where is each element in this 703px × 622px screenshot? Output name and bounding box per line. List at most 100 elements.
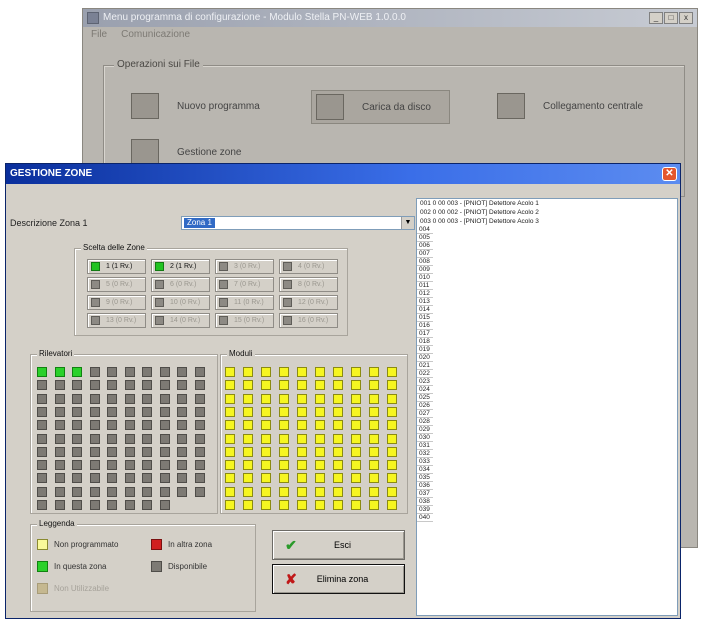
module-cell[interactable] <box>315 446 325 457</box>
module-cell[interactable] <box>315 460 325 471</box>
list-item[interactable]: 011 <box>417 282 433 290</box>
module-cell[interactable] <box>351 460 361 471</box>
detector-cell[interactable] <box>72 500 82 510</box>
list-item[interactable]: 032 <box>417 450 433 458</box>
module-cell[interactable] <box>351 393 361 404</box>
detector-cell[interactable] <box>124 446 135 457</box>
detector-cell[interactable] <box>159 460 170 471</box>
list-item[interactable]: 024 <box>417 386 433 394</box>
detector-cell[interactable] <box>142 406 152 417</box>
module-cell[interactable] <box>333 393 343 404</box>
detector-cell[interactable] <box>177 486 187 497</box>
detector-cell[interactable] <box>37 393 47 404</box>
minimize-button[interactable]: _ <box>649 12 663 24</box>
module-cell[interactable] <box>369 420 379 431</box>
module-cell[interactable] <box>333 473 343 484</box>
detector-cell[interactable] <box>142 446 152 457</box>
detector-cell[interactable] <box>177 460 187 471</box>
detector-cell[interactable] <box>54 446 65 457</box>
list-item[interactable]: 033 <box>417 458 433 466</box>
list-item[interactable]: 039 <box>417 506 433 514</box>
list-item[interactable]: 003 0 00 003 - [PNIOT] Detettore Acolo 3 <box>417 217 677 226</box>
detector-cell[interactable] <box>177 380 187 391</box>
module-cell[interactable] <box>225 460 235 471</box>
detector-cell[interactable] <box>194 393 205 404</box>
module-cell[interactable] <box>315 500 325 510</box>
detector-cell[interactable] <box>89 393 100 404</box>
module-cell[interactable] <box>261 393 271 404</box>
detector-cell[interactable] <box>142 393 152 404</box>
list-item[interactable]: 018 <box>417 338 433 346</box>
module-cell[interactable] <box>369 367 379 377</box>
close-button[interactable]: x <box>679 12 693 24</box>
detector-cell[interactable] <box>72 406 82 417</box>
detector-cell[interactable] <box>107 473 117 484</box>
module-cell[interactable] <box>261 433 271 444</box>
detector-cell[interactable] <box>194 446 205 457</box>
detector-cell[interactable] <box>124 406 135 417</box>
module-cell[interactable] <box>279 446 289 457</box>
detector-cell[interactable] <box>37 500 47 510</box>
list-item[interactable]: 013 <box>417 298 433 306</box>
detector-cell[interactable] <box>159 393 170 404</box>
module-cell[interactable] <box>369 473 379 484</box>
detector-cell[interactable] <box>37 446 47 457</box>
zone-button-13[interactable]: 13 (0 Rv.) <box>87 313 146 328</box>
module-cell[interactable] <box>279 420 289 431</box>
detector-cell[interactable] <box>72 446 82 457</box>
module-cell[interactable] <box>225 446 235 457</box>
zone-button-14[interactable]: 14 (0 Rv.) <box>151 313 210 328</box>
module-cell[interactable] <box>333 460 343 471</box>
module-cell[interactable] <box>279 500 289 510</box>
module-cell[interactable] <box>387 393 397 404</box>
list-item[interactable]: 015 <box>417 314 433 322</box>
module-cell[interactable] <box>351 406 361 417</box>
zone-button-16[interactable]: 16 (0 Rv.) <box>279 313 338 328</box>
new-program-button[interactable]: Nuovo programma <box>131 93 260 119</box>
detector-cell[interactable] <box>54 406 65 417</box>
detector-cell[interactable] <box>37 433 47 444</box>
module-cell[interactable] <box>243 446 253 457</box>
detector-cell[interactable] <box>177 446 187 457</box>
detector-cell[interactable] <box>37 380 47 391</box>
detector-cell[interactable] <box>72 380 82 391</box>
module-cell[interactable] <box>333 367 343 377</box>
module-cell[interactable] <box>333 433 343 444</box>
load-from-disk-button[interactable]: Carica da disco <box>311 90 450 124</box>
module-cell[interactable] <box>261 380 271 391</box>
zone-button-8[interactable]: 8 (0 Rv.) <box>279 277 338 292</box>
zone-button-15[interactable]: 15 (0 Rv.) <box>215 313 274 328</box>
detector-cell[interactable] <box>37 406 47 417</box>
module-cell[interactable] <box>243 433 253 444</box>
zone-button-4[interactable]: 4 (0 Rv.) <box>279 259 338 274</box>
detector-cell[interactable] <box>159 433 170 444</box>
detector-cell[interactable] <box>89 380 100 391</box>
list-item[interactable]: 031 <box>417 442 433 450</box>
module-cell[interactable] <box>351 500 361 510</box>
module-cell[interactable] <box>351 473 361 484</box>
module-cell[interactable] <box>243 367 253 377</box>
module-cell[interactable] <box>297 473 307 484</box>
detector-cell[interactable] <box>124 460 135 471</box>
detector-cell[interactable] <box>54 420 65 431</box>
module-cell[interactable] <box>387 473 397 484</box>
module-cell[interactable] <box>369 460 379 471</box>
detector-cell[interactable] <box>124 486 135 497</box>
module-cell[interactable] <box>261 446 271 457</box>
module-cell[interactable] <box>297 446 307 457</box>
list-item[interactable]: 035 <box>417 474 433 482</box>
list-item[interactable]: 005 <box>417 234 433 242</box>
list-item[interactable]: 012 <box>417 290 433 298</box>
list-item[interactable]: 019 <box>417 346 433 354</box>
module-cell[interactable] <box>279 460 289 471</box>
module-cell[interactable] <box>387 367 397 377</box>
detector-cell[interactable] <box>177 393 187 404</box>
detector-cell[interactable] <box>89 473 100 484</box>
detector-cell[interactable] <box>124 367 135 377</box>
module-cell[interactable] <box>351 446 361 457</box>
module-cell[interactable] <box>261 486 271 497</box>
zone-button-6[interactable]: 6 (0 Rv.) <box>151 277 210 292</box>
module-cell[interactable] <box>351 433 361 444</box>
detector-cell[interactable] <box>194 433 205 444</box>
module-cell[interactable] <box>243 500 253 510</box>
